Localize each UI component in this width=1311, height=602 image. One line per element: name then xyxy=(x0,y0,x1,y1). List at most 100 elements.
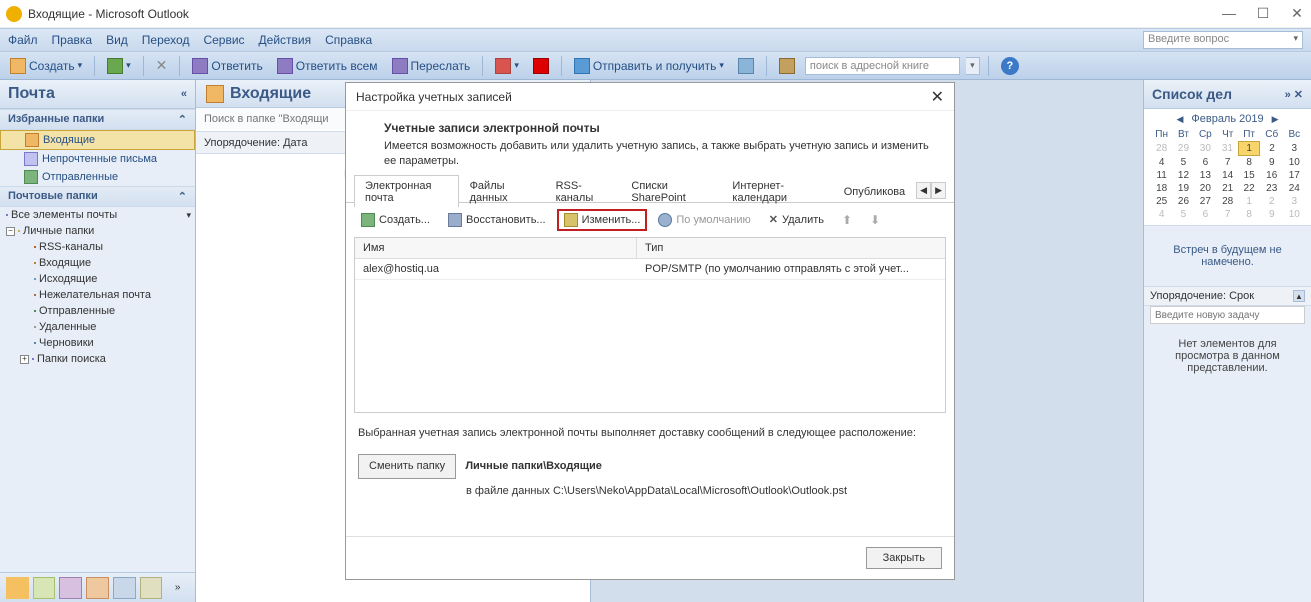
set-default-button[interactable]: По умолчанию xyxy=(651,209,757,231)
dialog-heading: Учетные записи электронной почты Имеется… xyxy=(346,111,954,179)
all-items-icon xyxy=(6,214,8,216)
sent-folder[interactable]: Отправленные xyxy=(0,303,195,319)
rss-feeds[interactable]: RSS-каналы xyxy=(0,239,195,255)
account-settings-dialog: Настройка учетных записей ✕ Учетные запи… xyxy=(345,82,955,580)
reply-icon xyxy=(192,58,208,74)
address-book-button[interactable] xyxy=(775,56,799,76)
accounts-toolbar: Создать... Восстановить... Изменить... П… xyxy=(346,203,954,237)
deleted-folder[interactable]: Удаленные xyxy=(0,319,195,335)
inbox-folder[interactable]: Входящие xyxy=(0,255,195,271)
calendar-peek-button[interactable] xyxy=(33,577,56,599)
delete-button[interactable]: ✕ xyxy=(152,55,172,76)
tab-scroll-left[interactable]: ◀ xyxy=(916,182,931,199)
delete-icon: ✕ xyxy=(156,57,168,74)
tab-email[interactable]: Электронная почта xyxy=(354,175,459,207)
drafts-folder[interactable]: Черновики xyxy=(0,335,195,351)
fav-sent[interactable]: Отправленные xyxy=(0,168,195,186)
todo-bar: Список дел » ✕ ◀ Февраль 2019 ▶ ПнВтСрЧт… xyxy=(1143,80,1311,602)
menu-help[interactable]: Справка xyxy=(325,33,372,47)
address-dropdown[interactable]: ▾ xyxy=(966,57,980,75)
address-book-search[interactable]: поиск в адресной книге xyxy=(805,57,960,75)
col-type[interactable]: Тип xyxy=(637,238,671,258)
minimize-button[interactable]: — xyxy=(1221,5,1237,22)
collapse-icon[interactable]: « xyxy=(181,88,187,100)
grid-header: Имя Тип xyxy=(355,238,945,259)
favorites-header[interactable]: Избранные папки⌃ xyxy=(0,109,195,130)
new-task-input[interactable] xyxy=(1150,306,1305,324)
fav-inbox[interactable]: Входящие xyxy=(0,130,195,150)
mail-peek-button[interactable] xyxy=(6,577,29,599)
next-month-button[interactable]: ▶ xyxy=(1272,114,1279,125)
remove-account-button[interactable]: ✕Удалить xyxy=(762,209,831,230)
move-up-button[interactable]: ⬆ xyxy=(835,209,859,231)
tab-internet-calendars[interactable]: Интернет-календари xyxy=(721,175,832,207)
unread-icon xyxy=(24,152,38,166)
change-account-button[interactable]: Изменить... xyxy=(557,209,648,231)
task-sort-bar[interactable]: Упорядочение: Срок▲ xyxy=(1144,286,1311,306)
categorize-button[interactable]: ▾ xyxy=(491,56,523,76)
send-receive-button[interactable]: Отправить и получить▾ xyxy=(570,56,728,76)
prev-month-button[interactable]: ◀ xyxy=(1176,114,1183,125)
dialog-close[interactable]: Закрыть xyxy=(866,547,942,569)
menu-file[interactable]: Файл xyxy=(8,33,38,47)
tab-published[interactable]: Опубликова xyxy=(833,181,916,201)
search-folder-button[interactable] xyxy=(734,56,758,76)
account-row[interactable]: alex@hostiq.ua POP/SMTP (по умолчанию от… xyxy=(355,259,945,280)
fav-unread[interactable]: Непрочтенные письма xyxy=(0,150,195,168)
move-down-button[interactable]: ⬇ xyxy=(863,209,887,231)
mailfolders-header[interactable]: Почтовые папки⌃ xyxy=(0,186,195,207)
all-mail-items[interactable]: Все элементы почты ▾ xyxy=(0,207,195,223)
content-title: Входящие xyxy=(230,85,311,103)
nav-buttons-bar: » xyxy=(0,572,195,602)
shortcuts-peek-button[interactable]: » xyxy=(166,577,189,599)
arrow-down-icon: ⬇ xyxy=(870,213,880,227)
forward-button[interactable]: Переслать xyxy=(388,56,475,76)
dialog-close-button[interactable]: ✕ xyxy=(931,87,944,107)
repair-account-button[interactable]: Восстановить... xyxy=(441,209,553,231)
arrow-up-icon: ⬆ xyxy=(842,213,852,227)
tab-sharepoint[interactable]: Списки SharePoint xyxy=(620,175,721,207)
tab-scroll-right[interactable]: ▶ xyxy=(931,182,946,199)
tab-data-files[interactable]: Файлы данных xyxy=(459,175,545,207)
todo-expand-icon[interactable]: » ✕ xyxy=(1285,88,1303,101)
junk-folder[interactable]: Нежелательная почта xyxy=(0,287,195,303)
menu-go[interactable]: Переход xyxy=(142,33,190,47)
flag-button[interactable] xyxy=(529,56,553,76)
nav-header-mail[interactable]: Почта « xyxy=(0,80,195,109)
menu-edit[interactable]: Правка xyxy=(52,33,93,47)
sort-toggle-icon[interactable]: ▲ xyxy=(1293,290,1305,302)
reply-button[interactable]: Ответить xyxy=(188,56,266,76)
close-window-button[interactable]: ✕ xyxy=(1289,5,1305,22)
expand-tree-icon[interactable]: + xyxy=(20,355,29,364)
menu-tools[interactable]: Сервис xyxy=(203,33,244,47)
inbox-icon xyxy=(25,133,39,147)
folders-peek-button[interactable] xyxy=(140,577,163,599)
dialog-tabs: Электронная почта Файлы данных RSS-канал… xyxy=(346,179,954,203)
change-folder-button[interactable]: Сменить папку xyxy=(358,454,456,479)
flag-icon xyxy=(533,58,549,74)
help-icon: ? xyxy=(1001,57,1019,75)
tasks-peek-button[interactable] xyxy=(86,577,109,599)
outbox-folder[interactable]: Исходящие xyxy=(0,271,195,287)
personal-folders[interactable]: − Личные папки xyxy=(0,223,195,239)
help-search-box[interactable]: Введите вопрос xyxy=(1143,31,1303,49)
junk-icon xyxy=(34,294,36,296)
menu-actions[interactable]: Действия xyxy=(259,33,312,47)
contacts-peek-button[interactable] xyxy=(59,577,82,599)
search-folders[interactable]: +Папки поиска xyxy=(0,351,195,367)
new-task-row[interactable] xyxy=(1144,306,1311,328)
print-button[interactable]: ▾ xyxy=(103,56,135,76)
collapse-tree-icon[interactable]: − xyxy=(6,227,15,236)
tab-rss[interactable]: RSS-каналы xyxy=(545,175,621,207)
col-name[interactable]: Имя xyxy=(355,238,637,258)
reply-all-button[interactable]: Ответить всем xyxy=(273,56,382,76)
account-type-cell: POP/SMTP (по умолчанию отправлять с этой… xyxy=(637,259,917,279)
menu-bar: Файл Правка Вид Переход Сервис Действия … xyxy=(0,28,1311,52)
notes-peek-button[interactable] xyxy=(113,577,136,599)
calendar-grid[interactable]: ПнВтСрЧтПтСбВс 2829303112345678910111213… xyxy=(1150,128,1305,221)
help-button[interactable]: ? xyxy=(997,55,1023,77)
menu-view[interactable]: Вид xyxy=(106,33,128,47)
new-button[interactable]: Создать▾ xyxy=(6,56,86,76)
new-account-button[interactable]: Создать... xyxy=(354,209,437,231)
maximize-button[interactable]: ☐ xyxy=(1255,5,1271,22)
